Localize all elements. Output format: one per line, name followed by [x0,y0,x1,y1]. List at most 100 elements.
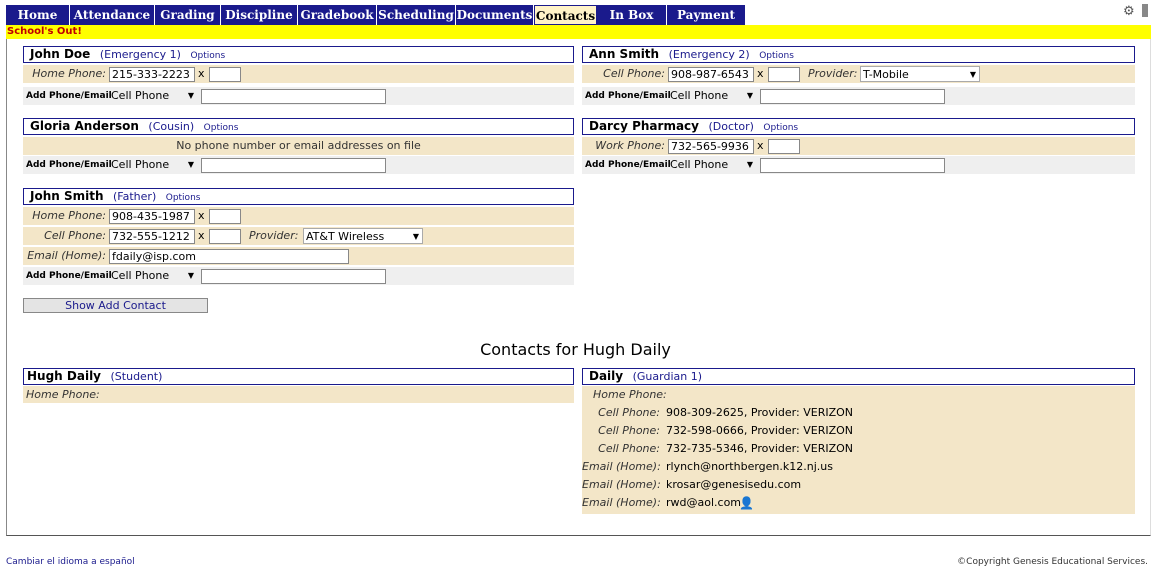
chevron-down-icon: ▼ [746,160,753,169]
ext-input[interactable] [768,67,800,82]
email-row: Email (Home): fdaily@isp.com [23,247,574,265]
contact-card-gloria-anderson: Gloria Anderson (Cousin) Options No phon… [23,118,574,174]
guardian-info: Home Phone: Cell Phone: 908-309-2625, Pr… [582,386,1135,514]
add-value-input[interactable] [201,89,386,104]
section-title: Contacts for Hugh Daily [480,340,671,359]
add-phone-row: Add Phone/Email Cell Phone ▼ [582,87,1135,105]
tab-home[interactable]: Home [6,5,70,25]
provider-label: Provider: [249,229,299,242]
contact-name: Gloria Anderson [30,119,139,133]
add-type-select[interactable]: Cell Phone ▼ [109,157,197,173]
guardian-relation: (Guardian 1) [632,370,703,383]
tab-attendance[interactable]: Attendance [70,5,155,25]
add-phone-label: Add Phone/Email [26,271,112,281]
email-label: Email (Home): [582,478,661,491]
add-type-select[interactable]: Cell Phone ▼ [109,88,197,104]
status-banner: School's Out! [6,25,1151,39]
add-type-select[interactable]: Cell Phone ▼ [109,268,197,284]
add-type-value: Cell Phone [670,158,729,171]
cell-phone-value: 908-309-2625, Provider: VERIZON [666,406,853,419]
show-add-contact-button[interactable]: Show Add Contact [23,298,208,313]
add-type-select[interactable]: Cell Phone ▼ [668,157,756,173]
chevron-down-icon: ▼ [187,91,194,100]
tab-contacts[interactable]: Contacts [534,5,597,25]
add-type-value: Cell Phone [111,269,170,282]
scrollbar-edge [1142,4,1148,17]
contact-header: Darcy Pharmacy (Doctor) Options [582,118,1135,135]
guardian-home-phone-row: Home Phone: [582,386,1135,404]
cell-phone-label: Cell Phone: [598,424,660,437]
provider-label: Provider: [808,67,858,80]
guardian-email-row: Email (Home): krosar@genesisedu.com [582,476,1135,494]
contact-header: John Doe (Emergency 1) Options [23,46,574,63]
work-phone-label: Work Phone: [595,139,665,152]
add-type-value: Cell Phone [111,158,170,171]
home-phone-label: Home Phone: [32,67,106,80]
ext-label: x [198,229,205,242]
email-input[interactable]: fdaily@isp.com [109,249,349,264]
student-home-phone-row: Home Phone: [23,386,574,403]
tab-payment[interactable]: Payment [667,5,746,25]
home-phone-label: Home Phone: [593,388,667,401]
options-link[interactable]: Options [763,123,798,133]
home-phone-input[interactable]: 215-333-2223 [109,67,195,82]
contact-relation: (Cousin) [148,120,195,133]
add-value-input[interactable] [201,158,386,173]
phone-row: Cell Phone: 908-987-6543 x Provider: T-M… [582,65,1135,83]
chevron-down-icon: ▼ [746,91,753,100]
top-nav: Home Attendance Grading Discipline Gradebook… [6,5,1151,25]
contact-name: Ann Smith [589,47,660,61]
add-type-select[interactable]: Cell Phone ▼ [668,88,756,104]
options-link[interactable]: Options [190,51,225,61]
contact-card-john-smith: John Smith (Father) Options Home Phone: … [23,188,574,285]
home-phone-input[interactable]: 908-435-1987 [109,209,195,224]
chevron-down-icon: ▼ [187,160,194,169]
ext-label: x [757,139,764,152]
email-value: rlynch@northbergen.k12.nj.us [666,460,833,473]
provider-value: T-Mobile [863,68,909,81]
provider-select[interactable]: T-Mobile ▼ [860,66,980,82]
tab-scheduling[interactable]: Scheduling [377,5,456,25]
cell-phone-input[interactable]: 908-987-6543 [668,67,754,82]
contact-relation: (Emergency 1) [99,48,181,61]
cell-phone-input[interactable]: 732-555-1212 [109,229,195,244]
guardian-header: Daily (Guardian 1) [582,368,1135,385]
contact-name: John Smith [30,189,104,203]
tab-in-box[interactable]: In Box [597,5,667,25]
person-icon[interactable]: 👤 [739,494,754,512]
add-phone-label: Add Phone/Email [26,160,112,170]
options-link[interactable]: Options [204,123,239,133]
cell-phone-label: Cell Phone: [598,406,660,419]
home-phone-label: Home Phone: [32,209,106,222]
ext-input[interactable] [209,209,241,224]
options-link[interactable]: Options [759,51,794,61]
work-phone-input[interactable]: 732-565-9936 [668,139,754,154]
email-value: rwd@aol.com [666,496,742,509]
home-phone-label: Home Phone: [26,388,100,401]
add-value-input[interactable] [760,89,945,104]
ext-label: x [757,67,764,80]
gear-icon[interactable]: ⚙ [1123,4,1135,19]
add-value-input[interactable] [201,269,386,284]
guardian-cell-row: Cell Phone: 732-735-5346, Provider: VERI… [582,440,1135,458]
options-link[interactable]: Options [166,193,201,203]
email-label: Email (Home): [582,460,661,473]
contact-card-darcy-pharmacy: Darcy Pharmacy (Doctor) Options Work Pho… [582,118,1135,174]
tab-documents[interactable]: Documents [456,5,534,25]
add-type-value: Cell Phone [670,89,729,102]
provider-select[interactable]: AT&T Wireless ▼ [303,228,423,244]
add-value-input[interactable] [760,158,945,173]
ext-label: x [198,209,205,222]
ext-label: x [198,67,205,80]
ext-input[interactable] [209,229,241,244]
tab-discipline[interactable]: Discipline [221,5,298,25]
cell-phone-label: Cell Phone: [598,442,660,455]
add-phone-label: Add Phone/Email [585,160,671,170]
contact-card-john-doe: John Doe (Emergency 1) Options Home Phon… [23,46,574,105]
tab-gradebook[interactable]: Gradebook [298,5,377,25]
ext-input[interactable] [768,139,800,154]
language-link[interactable]: Cambiar el idioma a español [6,557,135,567]
ext-input[interactable] [209,67,241,82]
phone-row: Home Phone: 215-333-2223 x [23,65,574,83]
tab-grading[interactable]: Grading [155,5,221,25]
